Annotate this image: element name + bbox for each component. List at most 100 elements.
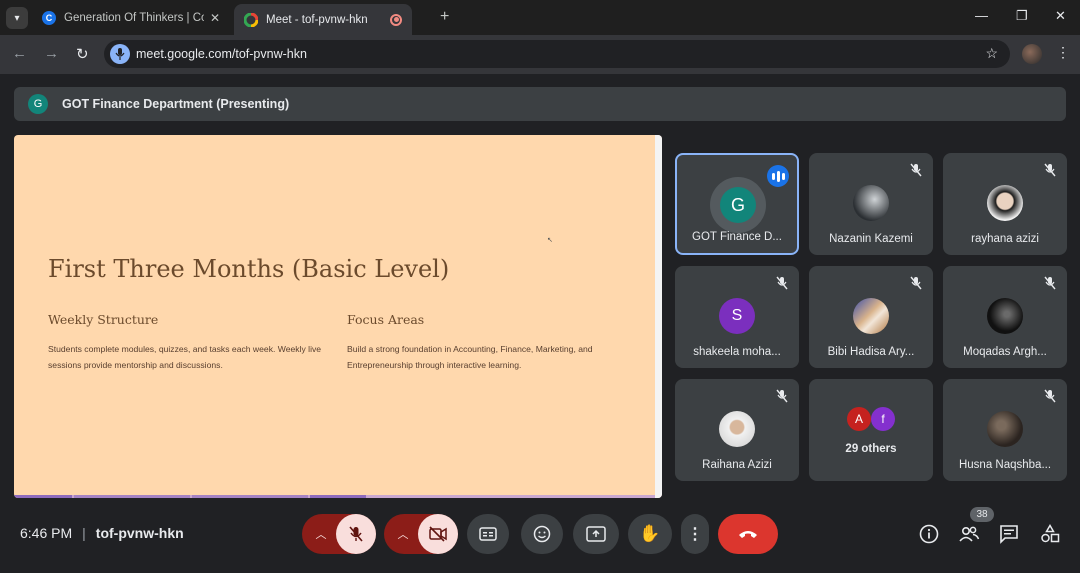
divider: | (82, 525, 86, 541)
avatar-initial: G (720, 187, 756, 223)
browser-tab-bar: ▾ C Generation Of Thinkers | Cours ✕ Mee… (0, 0, 1080, 35)
tab-meet[interactable]: Meet - tof-pvnw-hkn (234, 4, 412, 35)
slide-heading: Weekly Structure (48, 312, 159, 327)
address-bar: ← → ↻ meet.google.com/tof-pvnw-hkn ☆ ⋮ (0, 35, 1080, 74)
chevron-up-icon: ︿ (397, 529, 409, 541)
chat-button[interactable] (997, 522, 1021, 546)
meeting-info: 6:46 PM | tof-pvnw-hkn (20, 525, 184, 541)
participant-tile[interactable]: S shakeela moha... (675, 266, 799, 368)
tab-generation-of-thinkers[interactable]: C Generation Of Thinkers | Cours ✕ (32, 4, 230, 32)
avatar: f (871, 407, 895, 431)
mic-off-icon (776, 389, 788, 403)
presenting-banner: G GOT Finance Department (Presenting) (14, 87, 1066, 121)
mic-off-icon (1044, 389, 1056, 403)
presenter-avatar: G (28, 94, 48, 114)
emoji-icon (533, 525, 551, 543)
close-window-icon[interactable]: ✕ (1055, 8, 1066, 24)
hand-icon: ✋ (639, 524, 661, 543)
mic-off-icon (1044, 163, 1056, 177)
reload-icon[interactable]: ↻ (76, 45, 89, 63)
participant-tile[interactable]: Nazanin Kazemi (809, 153, 933, 255)
participant-name: Moqadas Argh... (963, 346, 1047, 358)
participant-tile[interactable]: Raihana Azizi (675, 379, 799, 481)
leave-call-button[interactable] (718, 514, 778, 554)
forward-icon[interactable]: → (44, 45, 59, 62)
present-now-button[interactable] (573, 514, 619, 554)
close-tab-icon[interactable]: ✕ (210, 11, 220, 25)
site-favicon-icon: C (42, 11, 56, 25)
participant-tile[interactable]: Husna Naqshba... (943, 379, 1067, 481)
reactions-button[interactable] (521, 514, 563, 554)
slide-column-weekly: Weekly Structure Students complete modul… (48, 312, 328, 373)
participant-name: shakeela moha... (693, 346, 781, 358)
progress-segment (310, 495, 366, 498)
tab-title: Meet - tof-pvnw-hkn (266, 13, 368, 26)
browser-menu-icon[interactable]: ⋮ (1056, 44, 1070, 61)
present-screen-icon (586, 526, 606, 542)
camera-off-icon (429, 526, 447, 542)
restore-icon[interactable]: ❐ (1016, 8, 1028, 24)
microphone-icon (110, 44, 130, 64)
more-vert-icon: ⋮ (687, 526, 703, 543)
meeting-details-button[interactable] (917, 522, 941, 546)
participant-tile[interactable]: Bibi Hadisa Ary... (809, 266, 933, 368)
presentation-slide: ↖ First Three Months (Basic Level) Weekl… (14, 135, 662, 498)
meeting-code: tof-pvnw-hkn (95, 525, 184, 541)
captions-button[interactable] (467, 514, 509, 554)
avatar (719, 411, 755, 447)
people-button[interactable] (957, 522, 981, 546)
participant-name: Raihana Azizi (702, 459, 772, 471)
avatar (987, 185, 1023, 221)
avatar (853, 298, 889, 334)
avatar (853, 185, 889, 221)
new-tab-icon[interactable]: + (440, 8, 449, 26)
recording-icon (390, 13, 402, 26)
participant-name: Bibi Hadisa Ary... (827, 346, 915, 358)
activities-button[interactable] (1038, 522, 1062, 546)
bookmark-star-icon[interactable]: ☆ (985, 45, 998, 62)
url-text: meet.google.com/tof-pvnw-hkn (136, 47, 307, 61)
avatar (987, 411, 1023, 447)
avatar: S (719, 298, 755, 334)
chevron-down-icon: ▾ (14, 12, 20, 24)
slide-text: Students complete modules, quizzes, and … (48, 344, 322, 370)
mic-off-icon (910, 276, 922, 290)
progress-segment (14, 495, 72, 498)
audio-options-button[interactable]: ︿ (308, 514, 334, 554)
minimize-icon[interactable]: — (975, 8, 988, 23)
slide-progress-bar (14, 495, 662, 498)
progress-segment (74, 495, 190, 498)
clock-time: 6:46 PM (20, 525, 73, 541)
tab-search-button[interactable]: ▾ (6, 7, 28, 29)
participant-tile[interactable]: Moqadas Argh... (943, 266, 1067, 368)
participant-name: Nazanin Kazemi (829, 233, 913, 245)
camera-toggle-button[interactable] (418, 514, 458, 554)
closed-captions-icon (479, 527, 497, 541)
mic-off-icon (776, 276, 788, 290)
omnibox[interactable]: meet.google.com/tof-pvnw-hkn ☆ (104, 40, 1010, 68)
speaking-indicator-icon (767, 165, 789, 187)
participant-name: GOT Finance D... (692, 231, 782, 243)
mic-off-icon (1044, 276, 1056, 290)
avatar (987, 298, 1023, 334)
microphone-toggle-button[interactable] (336, 514, 376, 554)
tab-title: Generation Of Thinkers | Cours (64, 12, 204, 24)
cursor-icon: ↖ (547, 237, 553, 244)
info-icon (919, 524, 939, 544)
hang-up-icon (739, 531, 757, 538)
slide-heading: Focus Areas (347, 312, 425, 327)
avatar: A (847, 407, 871, 431)
participant-name: Husna Naqshba... (958, 459, 1052, 471)
video-options-button[interactable]: ︿ (390, 514, 416, 554)
people-count-badge: 38 (970, 507, 994, 522)
participant-tile[interactable]: G GOT Finance D... (675, 153, 799, 255)
slide-text: Build a strong foundation in Accounting,… (347, 344, 593, 370)
people-icon (959, 526, 980, 542)
raise-hand-button[interactable]: ✋ (628, 514, 672, 554)
slide-title: First Three Months (Basic Level) (48, 255, 450, 283)
others-tile[interactable]: A f 29 others (809, 379, 933, 481)
profile-avatar[interactable] (1022, 44, 1042, 64)
participant-tile[interactable]: rayhana azizi (943, 153, 1067, 255)
back-icon[interactable]: ← (12, 45, 27, 62)
more-options-button[interactable]: ⋮ (681, 514, 709, 554)
